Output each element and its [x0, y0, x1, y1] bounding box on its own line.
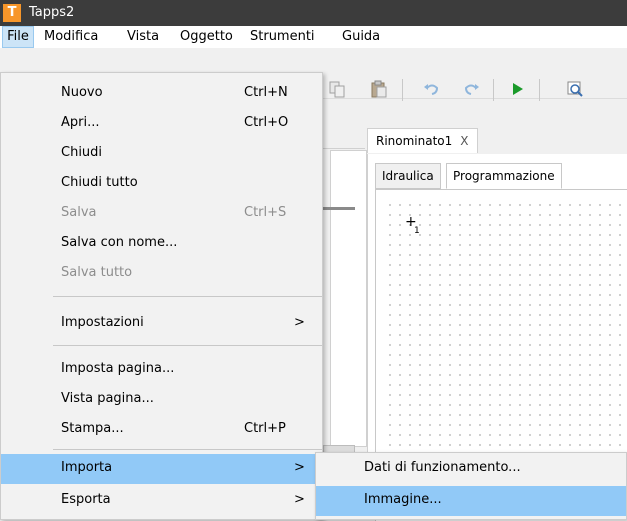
menu-item-label: Chiudi tutto [61, 175, 138, 190]
copy-icon[interactable] [328, 80, 346, 98]
submenu-arrow-icon: > [294, 315, 305, 330]
toolbar-separator [539, 79, 540, 101]
menu-separator [53, 345, 322, 346]
tab-rinominato1[interactable]: Rinominato1 X [367, 128, 478, 153]
menu-item-vista-pagina[interactable]: Vista pagina... [1, 385, 322, 415]
submenu-item-immagine[interactable]: Immagine... [316, 486, 626, 516]
menu-item-shortcut: Ctrl+P [244, 421, 286, 436]
submenu-item-label: Dati di funzionamento... [364, 460, 521, 475]
menu-bar: File Modifica Vista Oggetto Strumenti Gu… [0, 26, 627, 48]
menu-item-salva: Salva Ctrl+S [1, 199, 322, 229]
menu-item-stampa[interactable]: Stampa... Ctrl+P [1, 415, 322, 445]
menu-item-label: Stampa... [61, 421, 124, 436]
menu-strumenti[interactable]: Strumenti [250, 26, 315, 48]
menu-item-label: Salva tutto [61, 265, 133, 280]
grid-origin-label: 1 [414, 226, 420, 236]
menu-item-label: Salva [61, 205, 97, 220]
submenu-item-label: Immagine... [364, 492, 442, 507]
tab-label: Rinominato1 [376, 134, 453, 148]
paste-icon[interactable] [370, 80, 388, 98]
menu-guida[interactable]: Guida [342, 26, 380, 48]
run-icon[interactable] [508, 80, 526, 98]
menu-item-label: Salva con nome... [61, 235, 178, 250]
zoom-icon[interactable] [566, 80, 584, 98]
submenu-item-dati-di-funzionamento[interactable]: Dati di funzionamento... [316, 454, 626, 484]
menu-file[interactable]: File [2, 26, 34, 48]
panel-splitter[interactable] [320, 207, 355, 210]
menu-modifica[interactable]: Modifica [44, 26, 98, 48]
menu-item-label: Impostazioni [61, 315, 144, 330]
menu-item-esporta[interactable]: Esporta > [1, 486, 322, 516]
subtab-idraulica[interactable]: Idraulica [375, 163, 441, 189]
import-submenu: Dati di funzionamento... Immagine... [315, 452, 627, 520]
menu-item-label: Nuovo [61, 85, 103, 100]
menu-item-apri[interactable]: Apri... Ctrl+O [1, 109, 322, 139]
toolbar-separator [402, 79, 403, 101]
undo-icon[interactable] [423, 80, 441, 98]
menu-item-shortcut: Ctrl+N [244, 85, 288, 100]
menu-item-chiudi-tutto[interactable]: Chiudi tutto [1, 169, 322, 199]
submenu-arrow-icon: > [294, 492, 305, 507]
menu-item-label: Chiudi [61, 145, 103, 160]
menu-item-shortcut: Ctrl+O [244, 115, 289, 130]
menu-item-label: Importa [61, 460, 113, 475]
menu-vista[interactable]: Vista [127, 26, 159, 48]
menu-item-salva-con-nome[interactable]: Salva con nome... [1, 229, 322, 259]
menu-separator [53, 449, 322, 450]
app-logo-icon: T [3, 4, 21, 22]
menu-item-shortcut: Ctrl+S [244, 205, 287, 220]
redo-icon[interactable] [462, 80, 480, 98]
toolbar-separator [493, 79, 494, 101]
menu-item-nuovo[interactable]: Nuovo Ctrl+N [1, 79, 322, 109]
close-tab-icon[interactable]: X [460, 134, 468, 148]
menu-item-label: Imposta pagina... [61, 361, 175, 376]
menu-item-chiudi[interactable]: Chiudi [1, 139, 322, 169]
project-tree [330, 150, 367, 447]
document-subtabs: Idraulica Programmazione [375, 163, 627, 189]
menu-item-importa[interactable]: Importa > [1, 454, 322, 484]
menu-item-label: Vista pagina... [61, 391, 154, 406]
menu-separator [53, 296, 322, 297]
menu-item-label: Apri... [61, 115, 100, 130]
menu-item-impostazioni[interactable]: Impostazioni > [1, 309, 322, 339]
menu-item-imposta-pagina[interactable]: Imposta pagina... [1, 355, 322, 385]
menu-item-salva-tutto: Salva tutto [1, 259, 322, 289]
window-title: Tapps2 [29, 5, 75, 20]
file-menu-dropdown: Nuovo Ctrl+N Apri... Ctrl+O Chiudi Chiud… [0, 72, 323, 520]
menu-item-label: Esporta [61, 492, 111, 507]
title-bar: T Tapps2 [0, 0, 627, 26]
document-tabs: Rinominato1 X [367, 128, 627, 154]
submenu-arrow-icon: > [294, 460, 305, 475]
subtab-programmazione[interactable]: Programmazione [446, 163, 562, 189]
menu-oggetto[interactable]: Oggetto [180, 26, 233, 48]
